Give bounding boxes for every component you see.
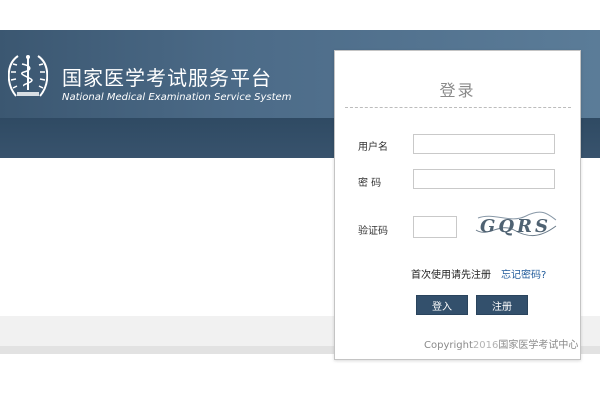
copyright-org: 国家医学考试中心: [498, 340, 579, 351]
site-title: 国家医学考试服务平台: [62, 66, 272, 90]
page-top-background: [0, 0, 600, 30]
password-input[interactable]: [413, 169, 555, 189]
copyright-prefix: Copyright: [424, 340, 473, 351]
site-subtitle: National Medical Examination Service Sys…: [62, 92, 292, 103]
login-title: 登录: [439, 81, 476, 100]
captcha-input[interactable]: [413, 216, 457, 238]
copyright-text: Copyright2016国家医学考试中心: [424, 336, 578, 351]
username-label: 用户名: [358, 142, 388, 153]
register-button[interactable]: 注册: [476, 295, 528, 315]
page-bottom-background: [0, 354, 600, 400]
captcha-image[interactable]: GQRS: [474, 208, 558, 242]
login-title-divider: [345, 107, 571, 108]
login-button[interactable]: 登入: [416, 295, 468, 315]
forgot-password-link[interactable]: 忘记密码?: [501, 266, 546, 281]
captcha-label: 验证码: [358, 226, 388, 237]
copyright-year: 2016: [472, 340, 499, 351]
first-use-hint: 首次使用请先注册: [411, 270, 491, 281]
captcha-text: GQRS: [480, 216, 551, 237]
password-label: 密 码: [358, 178, 382, 189]
medical-emblem-icon: [8, 55, 48, 97]
username-input[interactable]: [413, 134, 555, 154]
